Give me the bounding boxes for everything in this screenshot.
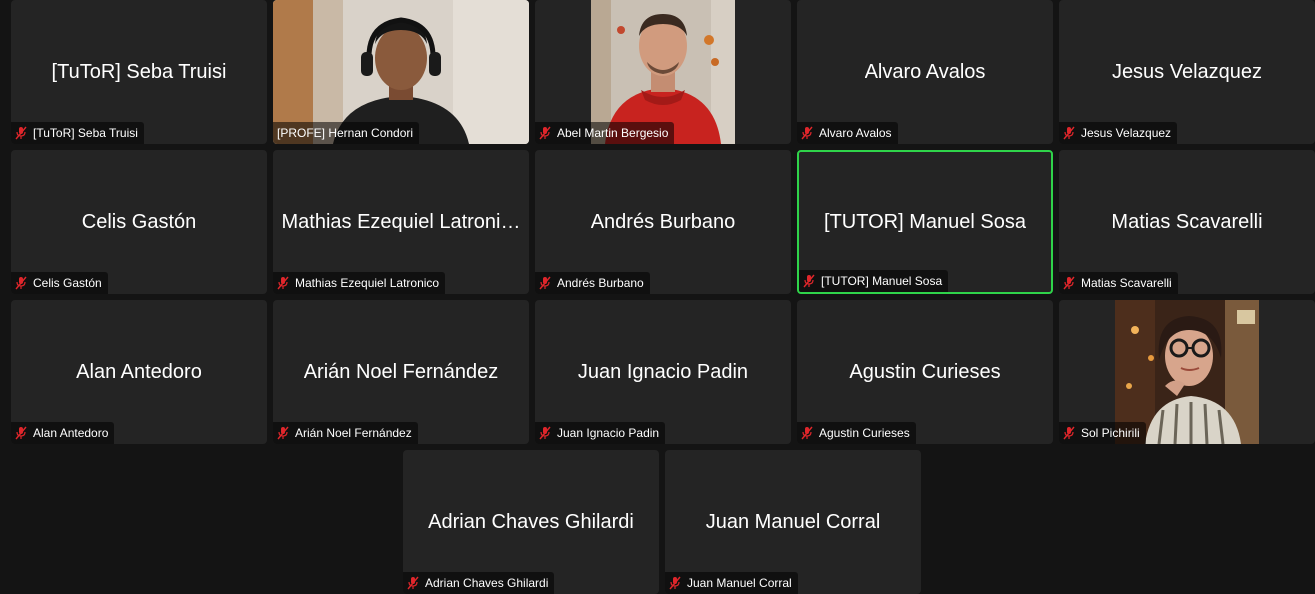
participant-name-label: Sol Pichirili [1059,422,1146,444]
muted-mic-icon [15,426,27,440]
participant-tile[interactable]: Agustin Curieses Agustin Curieses [797,300,1053,444]
participant-name-label: Alvaro Avalos [797,122,898,144]
muted-mic-icon [1063,126,1075,140]
muted-mic-icon [15,276,27,290]
muted-mic-icon [1063,276,1075,290]
muted-mic-icon [277,276,289,290]
active-speaker-tile[interactable]: [TUTOR] Manuel Sosa [TUTOR] Manuel Sosa [797,150,1053,294]
participant-name-label: [PROFE] Hernan Condori [273,122,420,144]
participant-name-label: Andrés Burbano [535,272,650,294]
muted-mic-icon [277,426,289,440]
participant-tile[interactable]: [PROFE] Hernan Condori [273,0,529,144]
muted-mic-icon [539,126,551,140]
muted-mic-icon [15,126,27,140]
muted-mic-icon [801,426,813,440]
participant-tile[interactable]: Arián Noel Fernández Arián Noel Fernánde… [273,300,529,444]
participant-name-label: Arián Noel Fernández [273,422,418,444]
participant-name-label: [TUTOR] Manuel Sosa [799,270,949,292]
muted-mic-icon [801,126,813,140]
participant-tile[interactable]: Juan Manuel Corral Juan Manuel Corral [665,450,921,594]
participant-name-label: Juan Manuel Corral [665,572,798,594]
participant-name-label: Abel Martin Bergesio [535,122,675,144]
video-gallery: [TuToR] Seba Truisi [TuToR] Seba Truisi … [0,0,1315,594]
muted-mic-icon [539,426,551,440]
participant-tile[interactable]: Celis Gastón Celis Gastón [11,150,267,294]
participant-name-label: Mathias Ezequiel Latronico [273,272,446,294]
participant-name-label: [TuToR] Seba Truisi [11,122,144,144]
participant-tile[interactable]: Alvaro Avalos Alvaro Avalos [797,0,1053,144]
participant-tile[interactable]: Andrés Burbano Andrés Burbano [535,150,791,294]
participant-name-label: Matias Scavarelli [1059,272,1178,294]
participant-tile[interactable]: Matias Scavarelli Matias Scavarelli [1059,150,1315,294]
participant-tile[interactable]: Alan Antedoro Alan Antedoro [11,300,267,444]
participant-name-label: Agustin Curieses [797,422,916,444]
participant-tile[interactable]: Mathias Ezequiel Latroni… Mathias Ezequi… [273,150,529,294]
participant-tile[interactable]: Juan Ignacio Padin Juan Ignacio Padin [535,300,791,444]
muted-mic-icon [669,576,681,590]
participant-tile[interactable]: Adrian Chaves Ghilardi Adrian Chaves Ghi… [403,450,659,594]
participant-name-label: Celis Gastón [11,272,108,294]
participant-name-label: Alan Antedoro [11,422,115,444]
muted-mic-icon [407,576,419,590]
muted-mic-icon [539,276,551,290]
participant-name-label: Adrian Chaves Ghilardi [403,572,555,594]
muted-mic-icon [803,274,815,288]
participant-name-label: Juan Ignacio Padin [535,422,666,444]
participant-tile[interactable]: [TuToR] Seba Truisi [TuToR] Seba Truisi [11,0,267,144]
participant-tile[interactable]: Abel Martin Bergesio [535,0,791,144]
muted-mic-icon [1063,426,1075,440]
participant-tile[interactable]: Jesus Velazquez Jesus Velazquez [1059,0,1315,144]
participant-name-label: Jesus Velazquez [1059,122,1178,144]
participant-tile[interactable]: Sol Pichirili [1059,300,1315,444]
